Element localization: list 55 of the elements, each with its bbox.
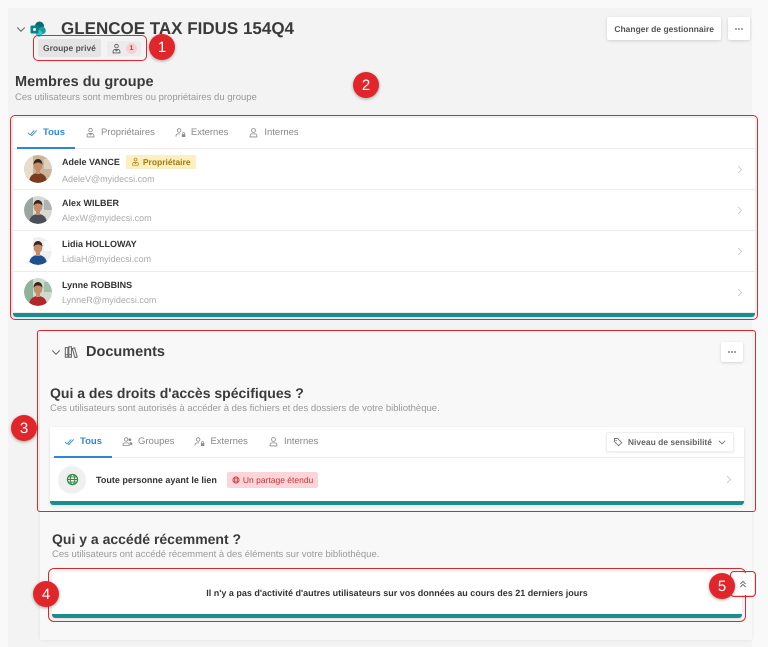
tab[interactable]: Internes (258, 427, 328, 458)
site-logo-icon (30, 21, 46, 37)
change-manager-button[interactable]: Changer de gestionnaire (607, 17, 721, 40)
warning-badge: Un partage étendu (226, 472, 318, 488)
tab[interactable]: Tous (54, 427, 112, 458)
member-name: Adele VANCE (62, 156, 120, 166)
section-subtitle: Ces utilisateurs ont accédé récemment à des éléments sur votre bibliothèque. (52, 549, 380, 560)
member-row[interactable]: Adele VANCE Propriétaire AdeleV@myidecsi.com (13, 149, 755, 190)
person-lock-icon (194, 436, 206, 447)
section-title: Qui a des droits d'accès spécifiques ? (50, 385, 305, 401)
access-name: Toute personne ayant le lien (96, 474, 217, 484)
member-email: LynneR@myidecsi.com (62, 294, 156, 304)
callout-marker: 4 (33, 581, 59, 607)
person-icon (110, 42, 122, 54)
tab[interactable]: Internes (238, 118, 309, 149)
member-row[interactable]: Alex WILBER AlexW@myidecsi.com (13, 190, 755, 231)
member-email: AdeleV@myidecsi.com (62, 174, 156, 184)
member-email: LidiaH@myidecsi.com (62, 254, 152, 264)
tag-icon (612, 437, 623, 447)
sensitivity-dropdown[interactable]: Niveau de sensibilité (606, 432, 734, 452)
collapse-button[interactable] (732, 573, 754, 595)
double-check-icon (27, 127, 38, 138)
callout-marker: 1 (149, 34, 175, 60)
callout-marker: 3 (11, 415, 37, 441)
globe-icon (232, 476, 240, 484)
member-email: AlexW@myidecsi.com (62, 212, 152, 222)
section-title: Documents (86, 344, 165, 360)
access-row[interactable]: Toute personne ayant le lien Un partage étendu (50, 458, 744, 501)
section-subtitle: Ces utilisateurs sont membres ou propriétaires du groupe (15, 92, 258, 103)
person-icon (248, 127, 260, 138)
member-name: Lidia HOLLOWAY (62, 238, 137, 248)
owner-badge: Propriétaire (126, 154, 196, 168)
people-icon (122, 436, 133, 447)
empty-message: Il n'y a pas d'activité d'autres utilisateurs sur vos données au cours des 21 derniers jours (206, 588, 588, 598)
member-row[interactable]: Lidia HOLLOWAY LidiaH@myidecsi.com (13, 231, 755, 272)
tab[interactable]: Tous (17, 118, 75, 149)
person-icon (130, 157, 140, 166)
tab[interactable]: Externes (184, 427, 258, 458)
section-title: Membres du groupe (15, 74, 154, 90)
books-icon (64, 345, 78, 359)
callout-marker: 5 (709, 573, 735, 599)
person-lock-icon (174, 127, 186, 138)
tab[interactable]: Groupes (112, 427, 184, 458)
person-icon (268, 436, 279, 447)
tab[interactable]: Propriétaires (75, 118, 165, 149)
privacy-badge: Groupe privé (38, 39, 101, 57)
double-chevron-up-icon (737, 578, 749, 590)
double-check-icon (64, 436, 75, 447)
member-name: Lynne ROBBINS (62, 280, 132, 290)
callout-marker: 2 (353, 72, 379, 98)
section-subtitle: Ces utilisateurs sont autorisés à accéder à des fichiers et des dossiers de votre bibliothèque. (50, 403, 441, 414)
person-icon (85, 127, 96, 138)
section-title: Qui y a accédé récemment ? (52, 531, 242, 547)
member-name: Alex WILBER (62, 198, 120, 208)
tab[interactable]: Externes (164, 118, 238, 149)
